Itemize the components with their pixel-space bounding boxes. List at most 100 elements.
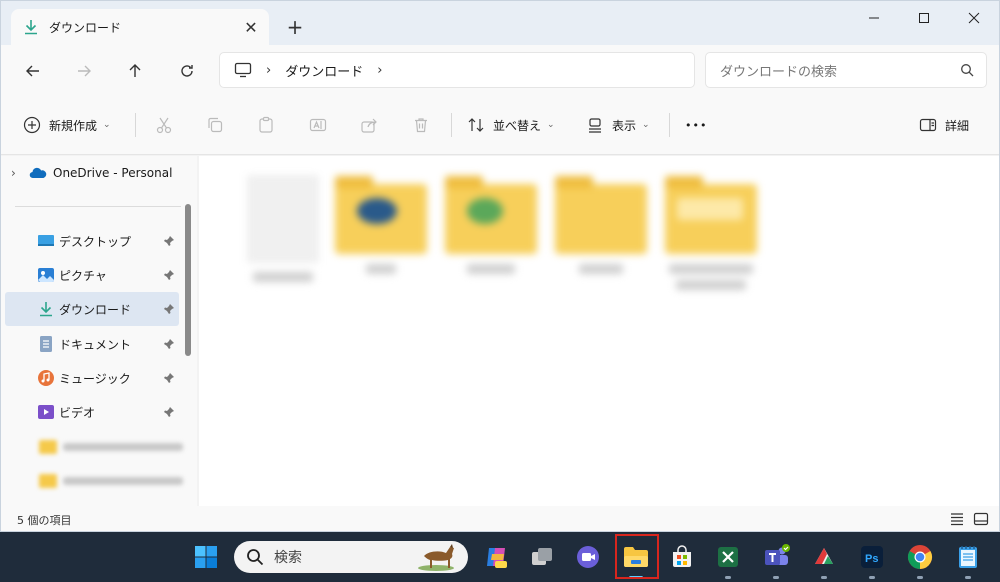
close-window-button[interactable] (949, 1, 999, 35)
sidebar-item-pictures[interactable]: ピクチャ (5, 258, 179, 292)
navigation-pane: › OneDrive - Personal デスクトップ ピクチャ ダウンロード… (1, 156, 197, 506)
sidebar-item-label: OneDrive - Personal (53, 166, 173, 180)
breadcrumb-chevron[interactable]: › (377, 63, 382, 78)
copy-icon (208, 117, 223, 133)
pin-icon[interactable] (163, 406, 175, 418)
search-icon (247, 549, 264, 566)
taskbar-meet[interactable] (570, 539, 606, 575)
blurred-label (63, 443, 183, 451)
up-button[interactable] (119, 55, 151, 87)
document-icon (248, 176, 318, 262)
new-button[interactable]: 新規作成 ⌄ (23, 109, 111, 141)
cut-button[interactable] (155, 109, 181, 141)
pin-icon[interactable] (163, 235, 175, 247)
folder-icon (39, 474, 57, 488)
tab-downloads[interactable]: ダウンロード ✕ (11, 9, 269, 45)
file-item-folder[interactable] (327, 170, 435, 320)
taskbar-teams[interactable] (758, 539, 794, 579)
maximize-button[interactable] (899, 1, 949, 35)
file-item-folder[interactable] (657, 170, 765, 320)
sort-button[interactable]: 並べ替え ⌄ (467, 109, 555, 141)
running-indicator (869, 576, 875, 579)
minimize-icon (869, 17, 879, 19)
arrow-left-icon (26, 65, 39, 77)
breadcrumb-downloads[interactable]: ダウンロード (285, 61, 363, 80)
taskbar-search-box[interactable]: 検索 (234, 541, 468, 573)
taskbar-store[interactable] (664, 539, 700, 575)
sidebar-item-videos[interactable]: ビデオ (5, 395, 179, 429)
download-icon (40, 302, 52, 317)
details-pane-button[interactable]: 詳細 (919, 109, 969, 141)
refresh-icon (181, 65, 193, 77)
item-count: 5 個の項目 (17, 514, 72, 527)
sidebar-item-documents[interactable]: ドキュメント (5, 327, 179, 361)
sidebar-item-desktop[interactable]: デスクトップ (5, 224, 179, 258)
minimize-button[interactable] (849, 1, 899, 35)
share-button[interactable] (360, 109, 386, 141)
arrow-up-icon (129, 64, 141, 77)
start-button[interactable] (188, 539, 224, 575)
back-button[interactable] (17, 55, 49, 87)
chevron-down-icon: ⌄ (103, 120, 111, 130)
sidebar-item-blurred-folder[interactable] (39, 472, 183, 490)
sidebar-item-blurred-folder[interactable] (39, 438, 183, 456)
clipboard-icon (259, 116, 273, 133)
pin-icon[interactable] (163, 372, 175, 384)
sidebar-item-label: ビデオ (59, 405, 96, 420)
address-bar[interactable]: › ダウンロード › (219, 52, 695, 88)
share-icon (361, 118, 377, 133)
chrome-icon (907, 545, 933, 569)
file-explorer-window: ダウンロード ✕ + › ダウンロード › ダウンロードの検索 新規作成 ⌄ 並… (0, 0, 1000, 532)
taskbar-photoshop[interactable]: Ps (854, 539, 890, 579)
taskbar-copilot[interactable] (478, 539, 514, 575)
delete-button[interactable] (412, 109, 438, 141)
paste-button[interactable] (257, 109, 283, 141)
sidebar-item-music[interactable]: ミュージック (5, 361, 179, 395)
chevron-right-icon: › (11, 166, 16, 180)
copy-button[interactable] (206, 109, 232, 141)
taskbar-chrome[interactable] (902, 539, 938, 579)
breadcrumb-separator[interactable]: › (266, 63, 271, 78)
running-indicator (917, 576, 923, 579)
file-item-document[interactable] (229, 170, 337, 320)
pin-icon[interactable] (163, 269, 175, 281)
details-view-icon[interactable] (949, 511, 965, 527)
close-icon (968, 12, 980, 24)
desktop-icon (38, 235, 54, 246)
new-tab-button[interactable]: + (281, 13, 309, 41)
pin-icon[interactable] (163, 338, 175, 350)
pin-icon[interactable] (163, 303, 175, 315)
taskbar-excel[interactable] (710, 539, 746, 579)
photo-app-icon (815, 548, 833, 564)
file-item-folder[interactable] (547, 170, 655, 320)
details-label: 詳細 (945, 118, 970, 133)
refresh-button[interactable] (171, 55, 203, 87)
taskbar-notepad[interactable] (950, 539, 986, 579)
blurred-label (63, 477, 183, 485)
sidebar-item-onedrive[interactable]: › OneDrive - Personal (11, 156, 185, 190)
rename-button[interactable] (309, 109, 335, 141)
taskbar-task-view[interactable] (524, 539, 560, 575)
view-button[interactable]: 表示 ⌄ (586, 109, 650, 141)
running-indicator (821, 576, 827, 579)
divider (135, 113, 136, 137)
sidebar-item-downloads[interactable]: ダウンロード (5, 292, 179, 326)
arrow-right-icon (78, 65, 91, 77)
blurred-file-name (676, 280, 746, 290)
navigation-bar: › ダウンロード › ダウンロードの検索 (1, 45, 999, 95)
copilot-icon (487, 548, 507, 568)
tiles-view-icon[interactable] (973, 511, 989, 527)
tab-close-button[interactable]: ✕ (237, 13, 265, 41)
forward-button[interactable] (68, 55, 100, 87)
sidebar-scroll-thumb[interactable] (185, 204, 191, 356)
folder-icon (445, 176, 537, 254)
more-options-button[interactable]: ••• (685, 109, 707, 141)
details-pane-icon (919, 118, 937, 132)
file-item-folder[interactable] (437, 170, 545, 320)
taskbar-photo-app[interactable] (806, 539, 842, 579)
highlight-box (615, 534, 659, 579)
pictures-icon (38, 268, 54, 282)
videos-icon (38, 405, 54, 419)
tab-title: ダウンロード (49, 20, 122, 35)
search-box[interactable]: ダウンロードの検索 (705, 52, 987, 88)
